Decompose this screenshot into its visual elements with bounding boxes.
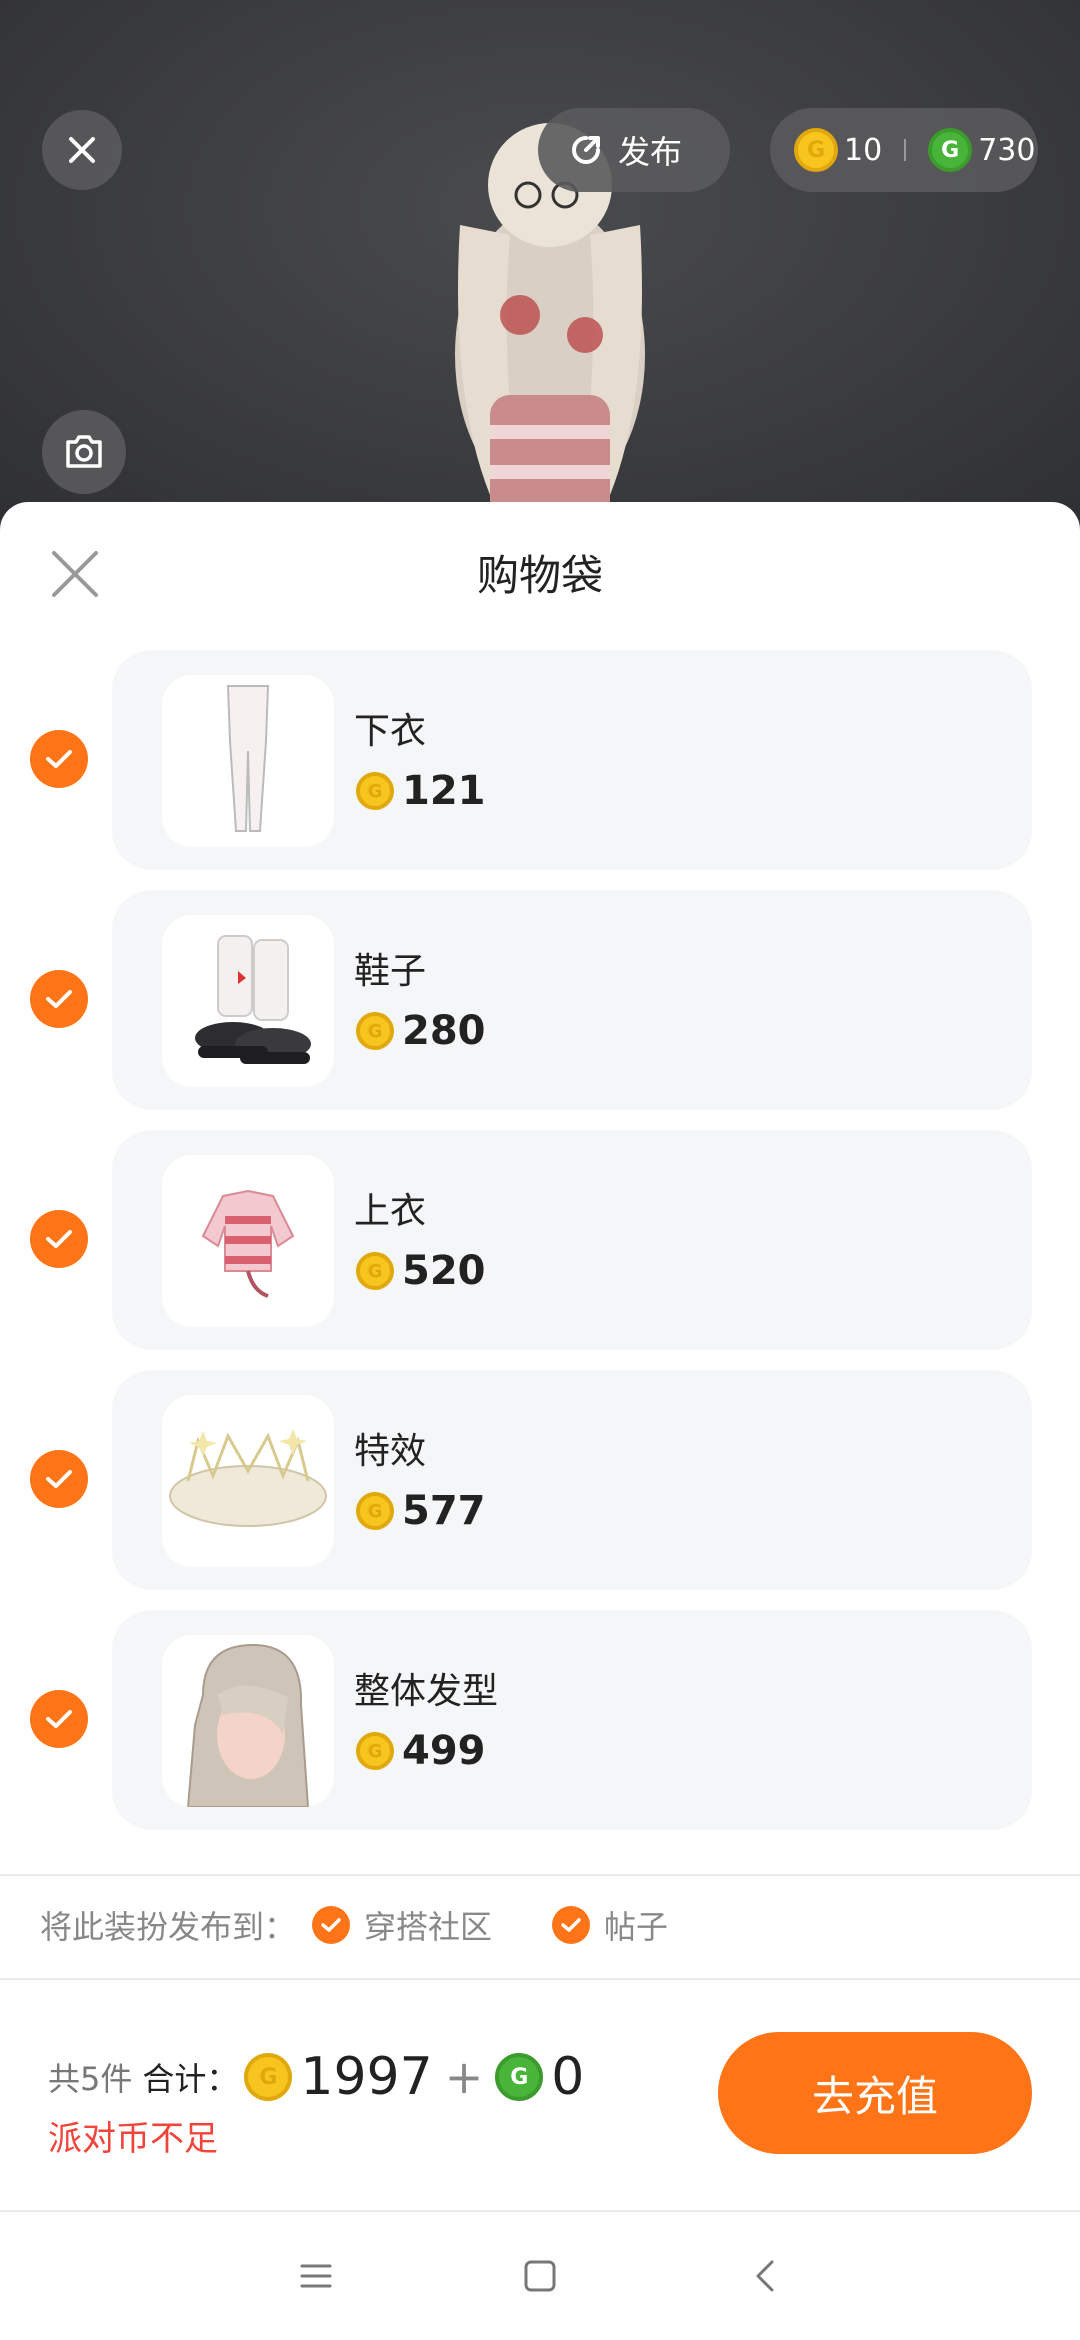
- check-icon: [46, 1230, 72, 1248]
- item-price: G 520: [356, 1248, 486, 1294]
- list-item: 上衣 G 520: [0, 1130, 1080, 1350]
- item-price-value: 121: [402, 768, 486, 814]
- check-icon: [46, 1470, 72, 1488]
- gold-coin-icon: G: [356, 1252, 394, 1290]
- gold-coin-icon: G: [244, 2053, 293, 2101]
- check-icon: [46, 990, 72, 1008]
- item-price: G 280: [356, 1008, 486, 1054]
- item-card[interactable]: 上衣 G 520: [112, 1130, 1032, 1350]
- item-checkbox[interactable]: [30, 970, 88, 1028]
- gold-coin-icon: G: [356, 1492, 394, 1530]
- publish-option-community[interactable]: 穿搭社区: [312, 1902, 492, 1948]
- item-price-value: 577: [402, 1488, 486, 1534]
- balance-pill[interactable]: G 10 G 730: [770, 108, 1038, 192]
- item-card[interactable]: 特效 G 577: [112, 1370, 1032, 1590]
- item-checkbox[interactable]: [30, 1450, 88, 1508]
- item-price: G 499: [356, 1728, 486, 1774]
- item-price: G 121: [356, 768, 486, 814]
- publish-option-label: 穿搭社区: [364, 1908, 493, 1946]
- item-thumbnail: [162, 1395, 334, 1567]
- item-thumbnail: [162, 1155, 334, 1327]
- publish-targets: 将此装扮发布到： 穿搭社区 帖子: [40, 1902, 668, 1948]
- item-name: 整体发型: [354, 1671, 499, 1712]
- home-icon[interactable]: [514, 2250, 566, 2302]
- check-icon: [312, 1906, 351, 1944]
- item-name: 下衣: [354, 711, 427, 752]
- publish-label: 将此装扮发布到：: [40, 1908, 297, 1946]
- leggings-icon: [226, 685, 270, 832]
- list-item: 特效 G 577: [0, 1370, 1080, 1590]
- gold-coin-icon: G: [356, 772, 394, 810]
- green-balance: 730: [978, 132, 1036, 168]
- system-nav-bar: [0, 2212, 1080, 2340]
- divider: [0, 1874, 1080, 1876]
- check-icon: [552, 1906, 591, 1944]
- sparkle-crown-icon: [169, 1429, 327, 1527]
- balance-divider: [904, 139, 907, 161]
- divider: [0, 1978, 1080, 1980]
- item-price-value: 280: [402, 1008, 486, 1054]
- gold-total: 1997: [300, 2047, 433, 2107]
- item-thumbnail: [162, 675, 334, 847]
- sweater-icon: [201, 1189, 295, 1298]
- item-card[interactable]: 鞋子 G 280: [112, 890, 1032, 1110]
- camera-button[interactable]: [42, 410, 126, 494]
- item-name: 上衣: [354, 1191, 427, 1232]
- check-icon: [46, 750, 72, 768]
- share-icon: [572, 136, 600, 164]
- list-item: 整体发型 G 499: [0, 1610, 1080, 1830]
- publish-option-post[interactable]: 帖子: [552, 1902, 668, 1948]
- item-count: 共5件: [48, 2060, 133, 2098]
- insufficient-warning: 派对币不足: [48, 2119, 218, 2159]
- avatar-stage: 发布 G 10 G 730: [0, 0, 1080, 520]
- gold-balance: 10: [844, 132, 883, 168]
- close-icon: [69, 137, 95, 163]
- close-stage-button[interactable]: [42, 110, 122, 190]
- shopping-bag-sheet: 购物袋 下衣 G 121 鞋子 G 280 上衣 G 520 特效 G 577 …: [0, 502, 1080, 2340]
- back-icon[interactable]: [740, 2250, 792, 2302]
- item-name: 鞋子: [354, 951, 427, 992]
- list-item: 下衣 G 121: [0, 650, 1080, 870]
- boots-icon: [195, 935, 311, 1064]
- green-coin-icon: G: [495, 2053, 544, 2101]
- list-item: 鞋子 G 280: [0, 890, 1080, 1110]
- item-thumbnail: [162, 915, 334, 1087]
- item-card[interactable]: 整体发型 G 499: [112, 1610, 1032, 1830]
- long-hair-icon: [186, 1643, 310, 1807]
- green-coin-icon: G: [928, 128, 973, 172]
- item-checkbox[interactable]: [30, 1690, 88, 1748]
- gold-coin-icon: G: [356, 1012, 394, 1050]
- publish-label: 发布: [618, 133, 683, 171]
- item-price-value: 520: [402, 1248, 486, 1294]
- item-card[interactable]: 下衣 G 121: [112, 650, 1032, 870]
- check-icon: [46, 1710, 72, 1728]
- recharge-button[interactable]: 去充值: [718, 2032, 1032, 2154]
- green-total: 0: [551, 2047, 585, 2107]
- item-thumbnail: [162, 1635, 334, 1807]
- plus-sign: +: [444, 2050, 484, 2104]
- publish-button[interactable]: 发布: [538, 108, 730, 192]
- item-price: G 577: [356, 1488, 486, 1534]
- item-checkbox[interactable]: [30, 1210, 88, 1268]
- sheet-title: 购物袋: [476, 551, 603, 600]
- total-label: 合计：: [142, 2060, 239, 2098]
- publish-option-label: 帖子: [604, 1908, 669, 1946]
- order-summary: 共5件 合计： G 1997 + G 0 派对币不足: [48, 2047, 584, 2160]
- item-price-value: 499: [402, 1728, 486, 1774]
- item-checkbox[interactable]: [30, 730, 88, 788]
- item-name: 特效: [354, 1431, 427, 1472]
- gold-coin-icon: G: [356, 1732, 394, 1770]
- gold-coin-icon: G: [794, 128, 838, 172]
- menu-icon[interactable]: [290, 2250, 342, 2302]
- camera-icon: [66, 435, 102, 468]
